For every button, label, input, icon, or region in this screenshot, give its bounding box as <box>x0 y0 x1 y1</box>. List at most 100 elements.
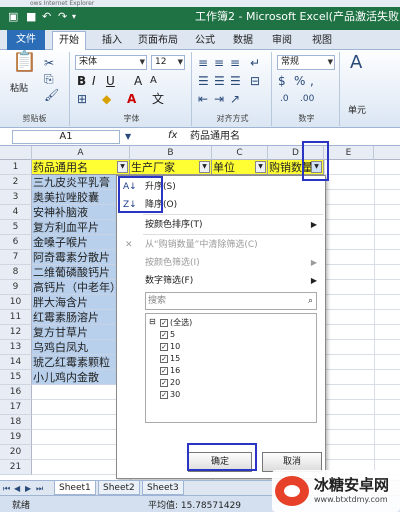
cancel-button[interactable]: 取消 <box>262 452 322 472</box>
align-center-icon[interactable]: ☰ <box>214 74 225 88</box>
row-header[interactable]: 21 <box>0 460 32 475</box>
checkbox[interactable]: ✓ <box>160 378 168 387</box>
fx-icon[interactable]: fx <box>168 130 177 141</box>
row-header[interactable]: 1 <box>0 160 32 175</box>
row-header[interactable]: 3 <box>0 190 32 205</box>
shrink-font-icon[interactable]: A <box>150 74 157 88</box>
sheet-tab-3[interactable]: Sheet3 <box>142 481 184 495</box>
row-header[interactable]: 7 <box>0 250 32 265</box>
bold-icon[interactable]: B <box>77 74 86 88</box>
orientation-icon[interactable]: ↗ <box>230 92 240 106</box>
align-top-icon[interactable]: ≡ <box>198 56 208 70</box>
checkbox[interactable]: ✓ <box>160 342 168 351</box>
styles-icon[interactable]: A <box>350 54 362 72</box>
name-box[interactable]: A1 <box>12 130 120 144</box>
collapse-tree-icon[interactable]: ⊟ <box>149 317 156 326</box>
font-size-combo[interactable]: 12 ▼ <box>151 55 185 70</box>
header-cell-manufacturer[interactable]: 生产厂家 ▼ <box>130 160 212 175</box>
column-header-e[interactable]: E <box>324 146 374 160</box>
row-header[interactable]: 14 <box>0 355 32 370</box>
row-header[interactable]: 13 <box>0 340 32 355</box>
filter-dropdown-icon[interactable]: ▼ <box>117 161 128 173</box>
row-header[interactable]: 11 <box>0 310 32 325</box>
currency-icon[interactable]: $ <box>278 74 286 88</box>
decrease-decimal-icon[interactable]: .00 <box>300 92 314 106</box>
row-header[interactable]: 19 <box>0 430 32 445</box>
filter-value-item[interactable]: ✓ 10 <box>160 341 180 352</box>
row-header[interactable]: 17 <box>0 400 32 415</box>
paste-icon[interactable]: 📋 <box>12 51 37 71</box>
font-name-combo[interactable]: 宋体 ▼ <box>75 55 147 70</box>
row-header[interactable]: 6 <box>0 235 32 250</box>
undo-icon[interactable]: ↶ <box>42 9 51 25</box>
last-sheet-icon[interactable]: ⏭ <box>36 482 43 496</box>
increase-indent-icon[interactable]: ⇥ <box>214 92 224 106</box>
grow-font-icon[interactable]: A <box>134 74 142 88</box>
row-header[interactable]: 2 <box>0 175 32 190</box>
column-header-a[interactable]: A <box>32 146 130 160</box>
redo-icon[interactable]: ↷ <box>58 9 67 25</box>
filter-by-color-item[interactable]: 按颜色筛选(I) ▶ <box>117 254 325 272</box>
merge-center-icon[interactable]: ⊟ <box>250 74 260 88</box>
row-header[interactable]: 18 <box>0 415 32 430</box>
save-icon[interactable]: ■ <box>26 9 36 25</box>
sheet-tab-2[interactable]: Sheet2 <box>98 481 140 495</box>
filter-value-item[interactable]: ✓ 16 <box>160 365 180 376</box>
number-filters-item[interactable]: 数字筛选(F) ▶ <box>117 272 325 290</box>
filter-value-item[interactable]: ✓ 5 <box>160 329 175 340</box>
cut-icon[interactable]: ✂ <box>44 56 54 70</box>
filter-search-input[interactable]: 搜索 ⌕ <box>145 292 317 310</box>
filter-dropdown-icon[interactable]: ▼ <box>255 161 266 173</box>
align-bottom-icon[interactable]: ≡ <box>230 56 240 70</box>
tab-view[interactable]: 视图 <box>306 32 338 50</box>
tab-insert[interactable]: 插入 <box>96 32 128 50</box>
format-painter-icon[interactable]: 🖌 <box>44 88 59 102</box>
qat-dropdown-icon[interactable]: ▾ <box>72 9 76 25</box>
paste-label[interactable]: 粘贴 <box>10 82 28 96</box>
row-header[interactable]: 10 <box>0 295 32 310</box>
checkbox[interactable]: ✓ <box>160 318 168 327</box>
column-header-c[interactable]: C <box>212 146 268 160</box>
namebox-dropdown-icon[interactable]: ▼ <box>125 130 131 144</box>
row-header[interactable]: 15 <box>0 370 32 385</box>
border-icon[interactable]: ⊞ <box>77 92 87 106</box>
align-middle-icon[interactable]: ≡ <box>214 56 224 70</box>
percent-icon[interactable]: % <box>294 74 305 88</box>
next-sheet-icon[interactable]: ▶ <box>25 482 31 496</box>
row-header[interactable]: 8 <box>0 265 32 280</box>
prev-sheet-icon[interactable]: ◀ <box>14 482 20 496</box>
checkbox[interactable]: ✓ <box>160 354 168 363</box>
tab-file[interactable]: 文件 <box>7 30 45 50</box>
sort-by-color-item[interactable]: 按颜色排序(T) ▶ <box>117 216 325 234</box>
styles-label[interactable]: 单元 <box>348 104 366 118</box>
number-format-combo[interactable]: 常规 ▼ <box>277 55 335 70</box>
copy-icon[interactable]: ⎘ <box>44 72 54 86</box>
row-header[interactable]: 16 <box>0 385 32 400</box>
row-header[interactable]: 9 <box>0 280 32 295</box>
underline-icon[interactable]: U <box>106 74 115 88</box>
row-header[interactable]: 12 <box>0 325 32 340</box>
font-color-icon[interactable]: A <box>127 92 136 106</box>
increase-decimal-icon[interactable]: .0 <box>280 92 289 106</box>
wrap-text-icon[interactable]: ↵ <box>250 56 260 70</box>
tab-home[interactable]: 开始 <box>52 31 86 51</box>
sheet-tab-1[interactable]: Sheet1 <box>54 481 96 495</box>
checkbox[interactable]: ✓ <box>160 330 168 339</box>
formula-input[interactable]: 药品通用名 <box>190 130 240 144</box>
filter-dropdown-icon[interactable]: ▼ <box>199 161 210 173</box>
align-right-icon[interactable]: ☰ <box>230 74 241 88</box>
italic-icon[interactable]: I <box>92 74 96 88</box>
clear-filter-item[interactable]: ✕ 从“购销数量”中清除筛选(C) <box>117 236 325 254</box>
row-header[interactable]: 20 <box>0 445 32 460</box>
checkbox[interactable]: ✓ <box>160 366 168 375</box>
row-header[interactable]: 4 <box>0 205 32 220</box>
decrease-indent-icon[interactable]: ⇤ <box>198 92 208 106</box>
header-cell-unit[interactable]: 单位 ▼ <box>212 160 268 175</box>
excel-logo-icon[interactable]: ▣ <box>8 9 18 25</box>
column-header-b[interactable]: B <box>130 146 212 160</box>
header-cell-drug-name[interactable]: 药品通用名 ▼ <box>32 160 130 175</box>
filter-value-item[interactable]: ✓ 30 <box>160 389 180 400</box>
comma-icon[interactable]: , <box>310 74 314 88</box>
tab-formulas[interactable]: 公式 <box>189 32 221 50</box>
phonetic-icon[interactable]: 文 <box>152 92 164 106</box>
